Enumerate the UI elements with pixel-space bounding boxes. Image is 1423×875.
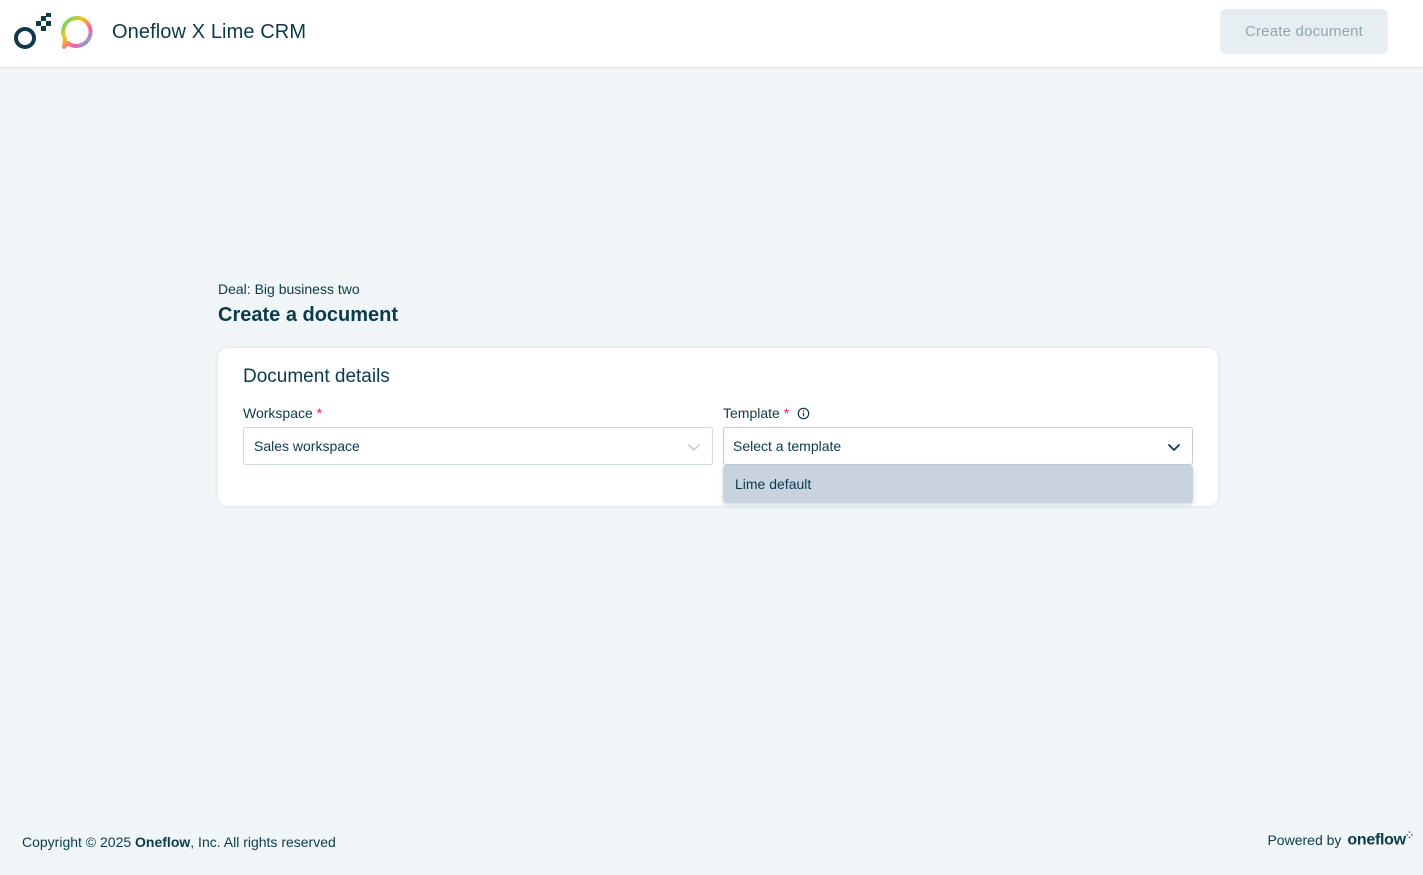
logo-group [14,13,94,51]
chevron-down-icon [1168,444,1180,451]
top-header: Oneflow X Lime CRM Create document [0,0,1423,68]
copyright-suffix: , Inc. All rights reserved [190,834,336,850]
oneflow-wordmark-logo[interactable]: oneflow⁘ [1347,830,1413,849]
template-select[interactable]: Select a template [723,427,1193,465]
chevron-down-icon [688,444,700,451]
powered-by-text: Powered by [1267,831,1342,848]
oneflow-dots-icon: ⁘ [1405,830,1414,840]
dropdown-option-lime-default[interactable]: Lime default [723,465,1193,503]
dropdown-option-label: Lime default [735,476,812,492]
required-mark: * [316,405,323,421]
document-details-card: Document details Workspace * Sales works… [218,348,1218,506]
workspace-select[interactable]: Sales workspace [243,427,713,465]
lime-logo-icon [61,16,93,49]
footer-powered-by: Powered by oneflow⁘ [1267,830,1413,849]
template-select-placeholder: Select a template [733,438,842,454]
create-document-button[interactable]: Create document [1220,9,1388,54]
required-mark: * [783,405,790,421]
workspace-select-value: Sales workspace [254,438,360,454]
info-icon[interactable] [797,407,810,420]
page-title: Create a document [218,304,399,326]
oneflow-wordmark-text: oneflow [1347,831,1406,849]
copyright-prefix: Copyright © 2025 [22,834,136,850]
app-title: Oneflow X Lime CRM [112,21,307,43]
template-label-text: Template [723,405,780,421]
card-title: Document details [243,366,390,387]
oneflow-logo-icon [14,13,51,49]
workspace-label: Workspace * [243,405,322,421]
copyright-brand: Oneflow [135,834,191,850]
template-dropdown-menu: Lime default [723,465,1193,503]
footer-copyright: Copyright © 2025 Oneflow, Inc. All right… [22,834,336,850]
template-label: Template * [723,405,810,421]
workspace-label-text: Workspace [243,405,313,421]
deal-label: Deal: Big business two [218,281,360,297]
